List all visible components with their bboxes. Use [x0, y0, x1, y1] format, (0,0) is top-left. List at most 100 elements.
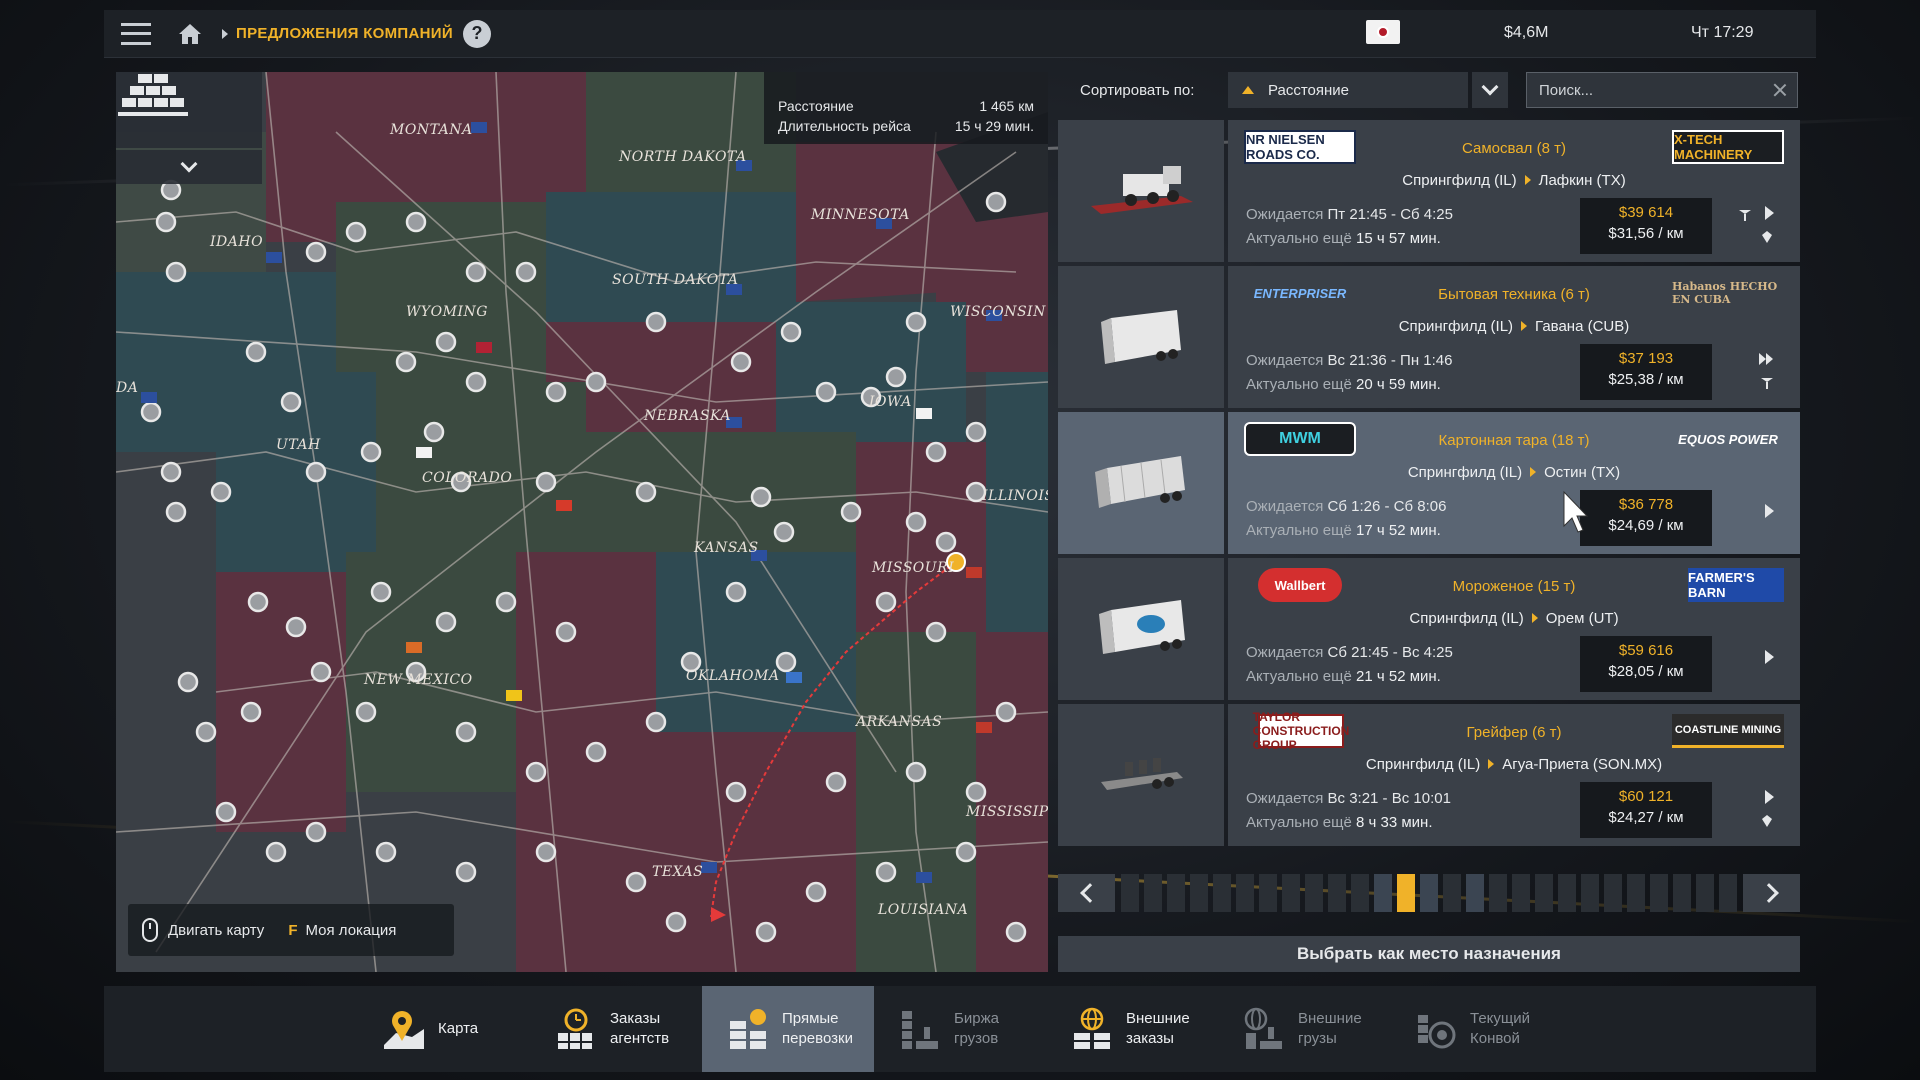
remain-label: Актуально ещё [1246, 668, 1352, 685]
pager-dot[interactable] [1121, 874, 1139, 912]
target-company-logo: EQUOS POWER [1678, 431, 1778, 447]
expect-label: Ожидается [1246, 352, 1324, 369]
next-page-button[interactable] [1743, 874, 1800, 912]
pager-dot[interactable] [1236, 874, 1254, 912]
tab-external-cargo[interactable]: Внешние грузы [1218, 986, 1390, 1072]
pager-dot[interactable] [1581, 874, 1599, 912]
curtain-trailer-icon [1095, 456, 1185, 508]
pager-dot[interactable] [1512, 874, 1530, 912]
pager-dot[interactable] [1489, 874, 1507, 912]
pager-dot[interactable] [1673, 874, 1691, 912]
target-company-logo: FARMER'S BARN [1688, 568, 1784, 602]
tab-external-orders[interactable]: Внешние заказы [1046, 986, 1218, 1072]
chevron-down-icon [180, 155, 198, 173]
tab-freight-market[interactable]: Биржа грузов [874, 986, 1046, 1072]
job-info: TAYLOR CONSTRUCTION GROUP Грейфер (6 т) … [1228, 704, 1800, 846]
job-info: Wallbert Мороженое (15 т) FARMER'S BARN … [1228, 558, 1800, 700]
fast-forward-icon [1759, 353, 1773, 365]
pager-dot[interactable] [1144, 874, 1162, 912]
state-label: COLORADO [422, 470, 513, 486]
pager-dot[interactable] [1374, 874, 1392, 912]
pager-dot[interactable] [1443, 874, 1461, 912]
close-icon[interactable] [1772, 82, 1788, 98]
pager-dot[interactable] [1558, 874, 1576, 912]
job-price: $39 614 [1618, 204, 1674, 221]
pager-dot[interactable] [1650, 874, 1668, 912]
remain-value: 21 ч 52 мин. [1356, 668, 1441, 685]
hamburger-icon [121, 22, 151, 45]
route-to: Остин (TX) [1544, 464, 1621, 481]
arrow-right-icon [1531, 613, 1538, 623]
tab-agency-orders[interactable]: Заказы агентств [530, 986, 702, 1072]
job-item[interactable]: ENTERPRISER Бытовая техника (6 т) Habano… [1058, 266, 1800, 408]
home-icon [179, 23, 201, 44]
tab-label: Внешние грузы [1298, 1010, 1362, 1047]
remain-label: Актуально ещё [1246, 376, 1352, 393]
help-button[interactable]: ? [462, 19, 491, 48]
distance-value: 1 465 км [979, 98, 1034, 114]
route-from: Спрингфилд (IL) [1409, 610, 1524, 627]
pager-dot[interactable] [1259, 874, 1277, 912]
gem-icon [1762, 231, 1772, 243]
map-layers-button[interactable] [116, 72, 262, 148]
search-input[interactable] [1526, 72, 1798, 108]
pager-dot[interactable] [1282, 874, 1300, 912]
job-item[interactable]: TAYLOR CONSTRUCTION GROUP Грейфер (6 т) … [1058, 704, 1800, 846]
prev-page-button[interactable] [1058, 874, 1115, 912]
job-item[interactable]: NR NIELSEN ROADS CO. Самосвал (8 т) X-TE… [1058, 120, 1800, 262]
state-label: MISSISSIPPI [966, 804, 1048, 820]
menu-button[interactable] [104, 10, 168, 58]
job-item[interactable]: Wallbert Мороженое (15 т) FARMER'S BARN … [1058, 558, 1800, 700]
route: Спрингфилд (IL) Гавана (CUB) [1228, 318, 1800, 335]
select-destination-button[interactable]: Выбрать как место назначения [1058, 936, 1800, 972]
pager-dot[interactable] [1719, 874, 1737, 912]
sort-select[interactable]: Расстояние [1228, 72, 1468, 108]
pager-dot[interactable] [1604, 874, 1622, 912]
state-label: MONTANA [390, 122, 473, 138]
pager-dot-current[interactable] [1397, 874, 1415, 912]
pager-dot[interactable] [1696, 874, 1714, 912]
price-per-km: $31,56 / км [1608, 225, 1684, 242]
map-expand-button[interactable] [116, 150, 262, 184]
target-company-logo: Habanos HECHO EN CUBA [1672, 280, 1778, 306]
expect-value: Сб 21:45 - Вс 4:25 [1327, 644, 1453, 661]
job-pager [1058, 874, 1800, 912]
bottom-nav: Карта Заказы агентств Прямые перевозки Б… [104, 986, 1816, 1072]
tab-direct-transport[interactable]: Прямые перевозки [702, 986, 874, 1072]
expect-value: Сб 1:26 - Сб 8:06 [1327, 498, 1447, 515]
route-from: Спрингфилд (IL) [1398, 318, 1514, 335]
route: Спрингфилд (IL) Лафкин (TX) [1228, 172, 1800, 189]
route-from: Спрингфилд (IL) [1402, 172, 1517, 189]
pager-dot[interactable] [1420, 874, 1438, 912]
sort-value: Расстояние [1268, 81, 1350, 99]
price-per-km: $24,69 / км [1608, 517, 1684, 534]
map-icon [384, 1011, 424, 1049]
pager-dot[interactable] [1351, 874, 1369, 912]
tab-convoy[interactable]: Текущий Конвой [1390, 986, 1562, 1072]
route: Спрингфилд (IL) Остин (TX) [1228, 464, 1800, 481]
breadcrumb: ПРЕДЛОЖЕНИЯ КОМПАНИЙ [236, 25, 453, 42]
world-map[interactable]: MONTANA NORTH DAKOTA MINNESOTA IDAHO SOU… [116, 72, 1048, 972]
pager-dot[interactable] [1328, 874, 1346, 912]
state-label: ARKANSAS [856, 714, 943, 730]
pager-dots [1115, 874, 1743, 912]
job-info: NR NIELSEN ROADS CO. Самосвал (8 т) X-TE… [1228, 120, 1800, 262]
home-button[interactable] [168, 10, 212, 58]
pager-dot[interactable] [1627, 874, 1645, 912]
tab-map[interactable]: Карта [358, 986, 530, 1072]
sort-dropdown-button[interactable] [1472, 72, 1508, 108]
state-label: NEW MEXICO [364, 672, 473, 688]
route-to: Лафкин (TX) [1538, 172, 1626, 189]
pager-dot[interactable] [1466, 874, 1484, 912]
pager-dot[interactable] [1535, 874, 1553, 912]
key-f-hint: F [288, 921, 298, 939]
job-item-selected[interactable]: MWM Картонная тара (18 т) EQUOS POWER Сп… [1058, 412, 1800, 554]
my-location-hint[interactable]: Моя локация [305, 922, 396, 939]
pager-dot[interactable] [1305, 874, 1323, 912]
pager-dot[interactable] [1167, 874, 1185, 912]
remain-value: 17 ч 52 мин. [1356, 522, 1441, 539]
remain-label: Актуально ещё [1246, 230, 1352, 247]
pager-dot[interactable] [1213, 874, 1231, 912]
job-price: $36 778 [1618, 496, 1674, 513]
pager-dot[interactable] [1190, 874, 1208, 912]
